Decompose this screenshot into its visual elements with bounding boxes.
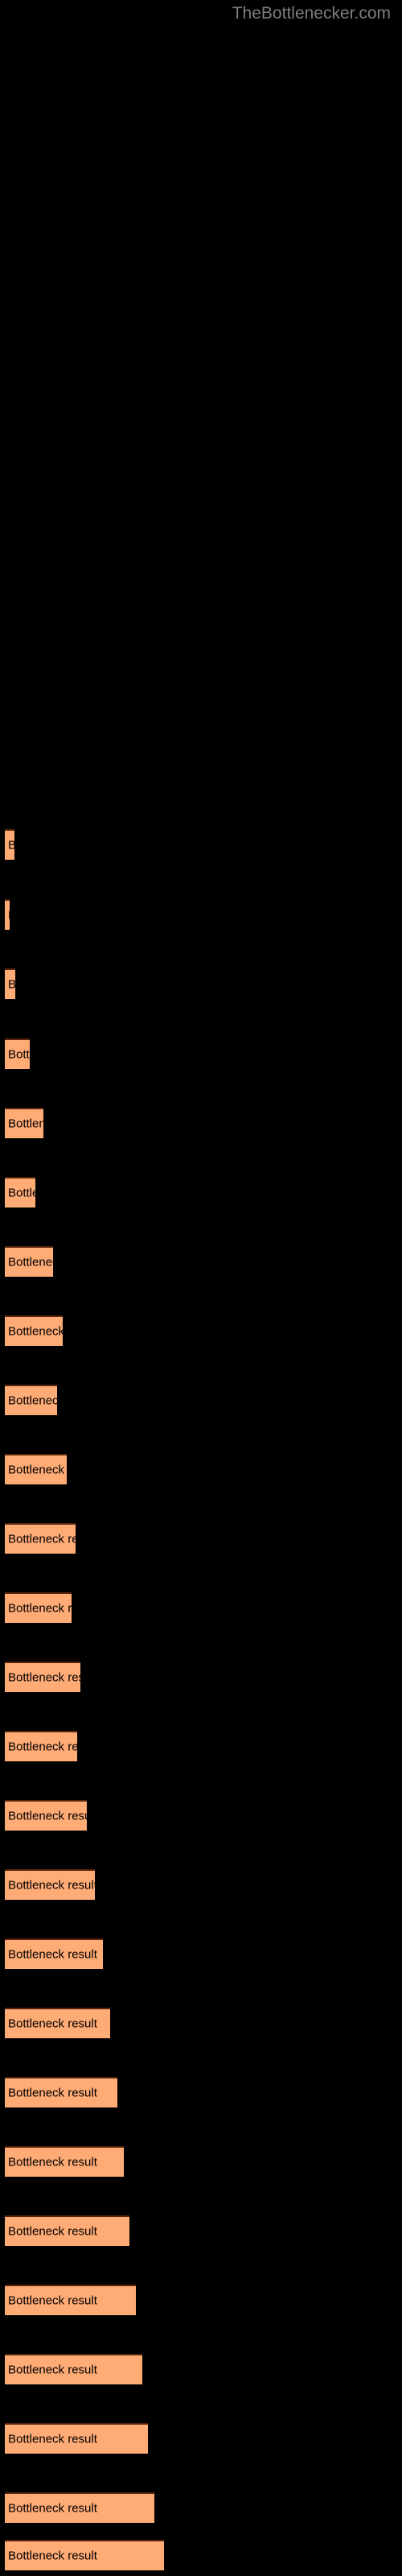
bar-row: Bottleneck result [0,968,402,999]
bar-label: Bottleneck result [8,2549,97,2563]
bar-bottleneck-result[interactable]: Bottleneck result [5,1454,67,1484]
bar-bottleneck-result[interactable]: Bottleneck result [5,1662,80,1692]
bar-label: Bottleneck result [8,2293,97,2308]
bar-bottleneck-result[interactable]: Bottleneck result [5,2492,154,2523]
bar-row: Bottleneck result [0,2146,402,2177]
bar-bottleneck-result[interactable]: Bottleneck result [5,2423,148,2454]
bar-row: Bottleneck result [0,1662,402,1692]
bar-label: Bottleneck result [8,839,14,852]
bar-bottleneck-result[interactable]: Bottleneck result [5,1177,35,1208]
bar-label: Bottleneck result [8,2224,97,2239]
bar-bottleneck-result[interactable]: Bottleneck result [5,1731,77,1761]
bar-label: Bottleneck result [8,1324,63,1339]
bar-row: Bottleneck result [0,1731,402,1761]
bar-row: Bottleneck result [0,2215,402,2246]
bar-row: Bottleneck result [0,1800,402,1831]
bar-bottleneck-result[interactable]: Bottleneck result [5,899,10,930]
bar-bottleneck-result[interactable]: Bottleneck result [5,1592,72,1623]
bar-row: Bottleneck result [0,2354,402,2384]
bar-bottleneck-result[interactable]: Bottleneck result [5,1869,95,1900]
bar-label: Bottleneck result [8,1601,72,1616]
bottleneck-bar-chart: Bottleneck result Bottleneck result Bottle… [0,0,402,2576]
bar-bottleneck-result[interactable]: Bottleneck result [5,2146,124,2177]
bar-row: Bottleneck result [0,1592,402,1623]
bar-bottleneck-result[interactable]: Bottleneck result [5,2077,117,2107]
bar-label: Bottleneck result [8,1532,76,1546]
bar-row: Bottleneck result [0,2008,402,2038]
bar-label: Bottleneck result [8,2432,97,2446]
bar-row: Bottleneck result [0,1523,402,1554]
bar-label: Bottleneck result [8,1878,95,1893]
bar-bottleneck-result[interactable]: Bottleneck result [5,2008,110,2038]
bar-row: Bottleneck result [0,1038,402,1069]
bar-label: Bottleneck result [8,1463,67,1477]
bar-label: Bottleneck result [8,2155,97,2169]
bar-label: Bottleneck result [8,1047,30,1062]
bar-label: Bottleneck result [8,1809,87,1823]
bar-bottleneck-result[interactable]: Bottleneck result [5,2215,129,2246]
bar-bottleneck-result[interactable]: Bottleneck result [5,2540,164,2570]
bar-label: Bottleneck result [8,1117,43,1131]
bar-bottleneck-result[interactable]: Bottleneck result [5,1315,63,1346]
bar-label: Bottleneck result [8,1947,97,1962]
bar-bottleneck-result[interactable]: Bottleneck result [5,1385,57,1415]
bar-bottleneck-result[interactable]: Bottleneck result [5,2285,136,2315]
bar-bottleneck-result[interactable]: Bottleneck result [5,2354,142,2384]
bar-row: Bottleneck result [0,1385,402,1415]
bar-row: Bottleneck result [0,2285,402,2315]
bar-bottleneck-result[interactable]: Bottleneck result [5,1108,43,1138]
bar-label: Bottleneck result [8,1740,77,1754]
bar-label: Bottleneck result [8,2017,97,2031]
bar-row: Bottleneck result [0,1177,402,1208]
bar-row: Bottleneck result [0,1454,402,1484]
bar-bottleneck-result[interactable]: Bottleneck result [5,1800,87,1831]
bar-label: Bottleneck result [8,909,10,923]
bar-row: Bottleneck result [0,2077,402,2107]
bar-row: Bottleneck result [0,2540,402,2570]
bar-row: Bottleneck result [0,829,402,860]
bar-bottleneck-result[interactable]: Bottleneck result [5,1938,103,1969]
bar-row: Bottleneck result [0,2423,402,2454]
bar-row: Bottleneck result [0,1108,402,1138]
bar-bottleneck-result[interactable]: Bottleneck result [5,1523,76,1554]
bar-label: Bottleneck result [8,2363,97,2377]
bar-label: Bottleneck result [8,1670,80,1685]
bar-bottleneck-result[interactable]: Bottleneck result [5,829,14,860]
bar-label: Bottleneck result [8,1255,53,1269]
bar-row: Bottleneck result [0,1938,402,1969]
page-root: TheBottlenecker.com Bottleneck resultBot… [0,0,402,2576]
bar-row: Bottleneck result [0,1246,402,1277]
bar-label: Bottleneck result [8,1393,57,1408]
bar-row: Bottleneck result [0,1315,402,1346]
bar-row: Bottleneck result [0,1869,402,1900]
bar-label: Bottleneck result [8,2086,97,2100]
bar-label: Bottleneck result [8,1186,35,1200]
bar-row: Bottleneck result [0,2492,402,2523]
bar-bottleneck-result[interactable]: Bottleneck result [5,1246,53,1277]
bar-label: Bottleneck result [8,2501,97,2516]
bar-label: Bottleneck result [8,978,15,992]
bar-bottleneck-result[interactable]: Bottleneck result [5,1038,30,1069]
bar-row: Bottleneck result [0,899,402,930]
bar-bottleneck-result[interactable]: Bottleneck result [5,968,15,999]
